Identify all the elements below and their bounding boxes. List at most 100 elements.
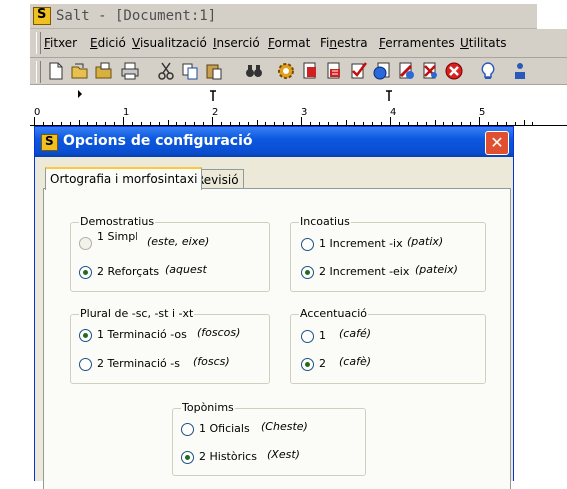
group-demostratius: Demostratius 1 Simples (este, eixe) 2 Re… [70,215,270,292]
new-document-icon[interactable] [46,61,66,81]
ruler: 0 1 2 3 4 5 [30,107,567,126]
ruler-tick [487,122,489,125]
ruler-tick [505,122,507,125]
config-dialog: S Opcions de configuració ✕ Ortografia i… [34,126,514,489]
menu-format[interactable]: Format [268,36,310,50]
ruler-tick [514,122,516,125]
ruler-tick [158,122,160,125]
ruler-tick [51,122,53,125]
app-title: Salt - [Document:1] [56,8,217,24]
radio-demostratius-2[interactable] [79,266,92,279]
group-toponims: Topònims 1 Oficials (Cheste) 2 Històrics… [172,401,366,476]
menu-ferramentes[interactable]: Ferramentes [379,36,455,50]
stop-icon[interactable] [444,61,464,81]
group-plural: Plural de -sc, -st i -xt 1 Terminació -o… [70,307,270,384]
menu-fitxer[interactable]: Fitxer [44,36,77,50]
group-legend: Incoatius [299,215,351,228]
ruler-tick [78,120,80,125]
menu-edicio[interactable]: Edició [90,36,126,50]
ruler-tick [123,117,124,125]
toolbar [30,58,567,85]
open-folder-icon[interactable] [70,61,90,81]
gear-icon[interactable] [276,61,296,81]
binoculars-icon[interactable] [244,61,264,81]
radio-toponims-2[interactable] [181,451,194,464]
ruler-tick [131,122,133,125]
checkmark-icon[interactable] [348,61,368,81]
ruler-tick [140,122,142,125]
dialog-title-bar[interactable]: S Opcions de configuració ✕ [35,127,513,157]
tab-stop-marker[interactable] [210,90,216,101]
copy-icon[interactable] [180,61,200,81]
option-example: (foscos) [197,326,241,339]
ruler-tick [372,122,374,125]
radio-plural-1[interactable] [79,329,92,342]
ruler-tick [336,122,338,125]
verify-doc-icon[interactable] [324,61,344,81]
option-example: (cafè) [339,355,372,368]
ruler-tick [105,122,107,125]
radio-demostratius-1[interactable] [79,237,92,250]
menu-visualitzacio[interactable]: Visualització [132,36,207,50]
menu-utilitats[interactable]: Utilitats [460,36,507,50]
option-example: (café) [339,327,372,340]
paste-icon[interactable] [204,61,224,81]
ruler-tick [363,122,365,125]
person-icon[interactable] [510,61,530,81]
ruler-tick [87,122,89,125]
dialog-title: Opcions de configuració [63,133,253,149]
ruler-tick [220,122,222,125]
ruler-tick [203,122,205,125]
menu-finestra[interactable]: Finestra [320,36,368,50]
tab-stop-marker[interactable] [386,90,392,101]
radio-incoatius-1[interactable] [301,238,314,251]
close-button[interactable]: ✕ [485,131,509,155]
ruler-tick [238,122,240,125]
radio-accentuacio-1[interactable] [301,330,314,343]
check-doc-icon[interactable] [300,61,320,81]
ruler-tick [407,122,409,125]
option-example: (Xest) [267,448,300,461]
menubar-grip[interactable] [36,32,41,54]
ruler-tick [461,122,463,125]
cut-icon[interactable] [156,61,176,81]
ruler-tick [327,122,329,125]
option-label: 1 Increment -ix [319,237,403,250]
indent-marker[interactable] [78,90,82,98]
ruler-tick [496,122,498,125]
radio-plural-2[interactable] [79,358,92,371]
ruler-tick [354,122,356,125]
ruler-tick [443,122,445,125]
save-icon[interactable] [94,61,114,81]
ruler-tick [194,122,196,125]
ruler-tick [274,122,276,125]
option-label: 2 [319,357,326,370]
option-label: 1 Oficials [199,422,250,435]
toolbar-grip[interactable] [36,61,41,83]
menu-insercio[interactable]: Inserció [213,36,260,50]
option-example: (pateix) [415,263,458,276]
spell-icon[interactable] [396,61,416,81]
lightbulb-icon[interactable] [478,61,498,81]
ruler-tick [479,117,480,125]
group-legend: Accentuació [299,307,369,320]
radio-toponims-1[interactable] [181,423,194,436]
radio-accentuacio-2[interactable] [301,358,314,371]
app-logo-icon: S [33,7,51,25]
ruler-tick [247,122,249,125]
group-legend: Topònims [181,401,235,414]
ruler-tick [292,122,294,125]
ruler-tick [167,120,169,125]
ruler-indent-strip [30,85,567,108]
print-icon[interactable] [120,61,140,81]
translate-icon[interactable] [420,61,440,81]
tab-ortografia[interactable]: Ortografia i morfosintaxi [45,167,203,190]
option-example: (este, eixe) [147,235,210,248]
globe-icon[interactable] [372,61,392,81]
ruler-tick [398,122,400,125]
option-example: (foscs) [193,355,230,368]
ruler-tick [212,117,213,125]
option-label: 2 Increment -eix [319,265,410,278]
radio-incoatius-2[interactable] [301,266,314,279]
ruler-tick [96,122,98,125]
